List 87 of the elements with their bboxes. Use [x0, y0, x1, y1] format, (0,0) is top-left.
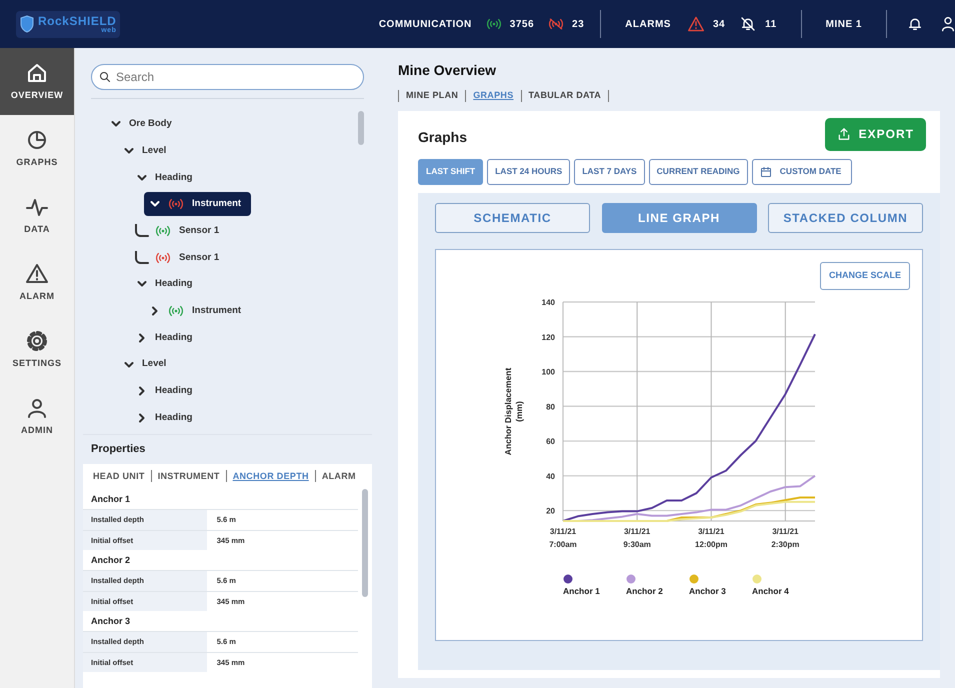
nav-item[interactable]: SETTINGS	[0, 316, 74, 383]
page-title: Mine Overview	[398, 61, 498, 80]
connector-line	[135, 224, 149, 238]
upload-icon	[836, 127, 851, 141]
x-tick-label: 3/11/21 12:00pm	[695, 526, 728, 548]
chevron-down-icon[interactable]	[137, 279, 147, 290]
card-title: Graphs	[418, 128, 468, 147]
nav-item[interactable]: ALARM	[0, 249, 74, 316]
calendar-icon	[760, 166, 772, 178]
y-tick-label: 40	[546, 471, 555, 480]
mine-label: MINE 1	[824, 18, 863, 32]
tree-item[interactable]: Sensor 1	[149, 246, 230, 270]
notification-icon[interactable]	[907, 16, 923, 32]
tree-item[interactable]: Level	[118, 139, 176, 164]
logo-text: RockSHIELD	[38, 14, 116, 26]
y-tick-label: 80	[546, 402, 555, 411]
chevron-down-icon[interactable]	[150, 199, 160, 210]
shield-icon	[20, 15, 34, 33]
view-button[interactable]: SCHEMATIC	[435, 202, 590, 232]
tree-item[interactable]: Instrument	[144, 192, 252, 216]
nav-item[interactable]: GRAPHS	[0, 115, 74, 182]
tab[interactable]: GRAPHS	[466, 89, 521, 102]
y-axis-label: Anchor Displacement (mm)	[503, 367, 524, 455]
x-tick-label: 3/11/21 7:00am	[549, 526, 577, 548]
scrollbar[interactable]	[358, 111, 364, 145]
settings-icon	[25, 328, 49, 353]
nav-item[interactable]: DATA	[0, 182, 74, 249]
range-button[interactable]: LAST 24 HOURS	[487, 158, 570, 184]
chevron-right-icon[interactable]	[150, 306, 160, 316]
y-tick-label: 100	[542, 367, 555, 376]
legend-label: Anchor 4	[752, 586, 789, 596]
chevron-down-icon[interactable]	[137, 172, 147, 183]
chevron-down-icon[interactable]	[111, 119, 121, 130]
tree-item[interactable]: Heading	[131, 406, 202, 430]
search-icon	[99, 71, 111, 83]
tab[interactable]: HEAD UNIT	[87, 470, 151, 483]
scrollbar[interactable]	[362, 489, 368, 597]
user-icon[interactable]	[941, 16, 955, 32]
tree-item[interactable]: Ore Body	[105, 112, 182, 136]
legend-label: Anchor 3	[689, 586, 726, 596]
chevron-down-icon[interactable]	[124, 360, 134, 370]
legend-label: Anchor 2	[626, 586, 663, 596]
chevron-right-icon[interactable]	[137, 386, 147, 396]
bell-muted-icon	[739, 16, 758, 32]
y-tick-label: 60	[546, 436, 555, 446]
tree-item[interactable]: Heading	[131, 272, 202, 296]
nav-item[interactable]: OVERVIEW	[0, 48, 74, 115]
legend-label: Anchor 1	[563, 586, 600, 596]
panel-title: Properties	[90, 442, 146, 457]
communication-label: COMMUNICATION	[378, 18, 472, 32]
tree-item[interactable]: Instrument	[144, 299, 252, 324]
y-tick-label: 120	[542, 332, 555, 342]
x-tick-label: 3/11/21 9:30am	[623, 526, 651, 548]
warning-icon	[25, 262, 49, 286]
y-tick-label: 20	[546, 506, 555, 516]
tab[interactable]: ANCHOR DEPTH	[226, 470, 315, 483]
range-button[interactable]: CURRENT READING	[648, 158, 748, 184]
tree-item[interactable]: Level	[118, 352, 176, 377]
x-tick-label: 3/11/21 2:30pm	[771, 526, 800, 548]
signal-off-icon	[548, 18, 564, 30]
range-button[interactable]: CUSTOM DATE	[752, 158, 852, 184]
warning-icon	[686, 16, 705, 32]
muted-alarm-count: 11	[765, 18, 777, 32]
chevron-right-icon[interactable]	[137, 332, 147, 343]
tab[interactable]: MINE PLAN	[399, 89, 466, 102]
alarm-count: 34	[712, 18, 726, 32]
nav-item[interactable]: ADMIN	[0, 383, 74, 450]
tab[interactable]: INSTRUMENT	[152, 470, 226, 483]
range-button[interactable]: LAST 7 DAYS	[574, 158, 645, 184]
chevron-down-icon[interactable]	[124, 146, 134, 156]
tab[interactable]: TABULAR DATA	[522, 89, 608, 102]
y-tick-label: 140	[542, 298, 555, 306]
fault-count: 23	[572, 18, 584, 32]
export-button[interactable]: EXPORT	[824, 118, 926, 150]
signal-icon	[486, 18, 502, 30]
ok-count: 3756	[510, 18, 534, 32]
chevron-right-icon[interactable]	[137, 412, 147, 423]
alarms-label: ALARMS	[625, 18, 671, 32]
tree-item[interactable]: Heading	[131, 326, 202, 350]
connector-line	[135, 250, 149, 265]
tree-item[interactable]: Heading	[131, 379, 202, 404]
tree-item[interactable]: Sensor 1	[149, 219, 230, 244]
search-field[interactable]: Search	[91, 64, 364, 90]
tree-item[interactable]: Heading	[131, 166, 202, 190]
change-scale-button[interactable]: CHANGE SCALE	[820, 262, 910, 290]
tab[interactable]: ALARM	[316, 470, 362, 483]
view-button[interactable]: STACKED COLUMN	[768, 202, 923, 232]
